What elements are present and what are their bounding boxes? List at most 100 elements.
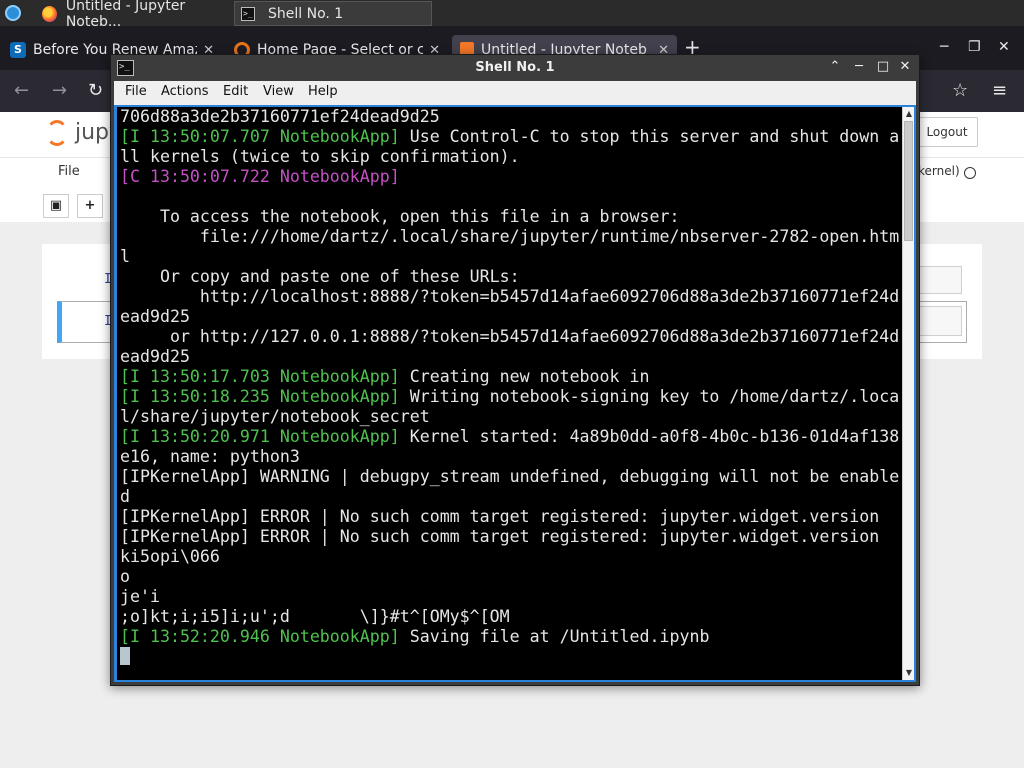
add-cell-icon[interactable]: + — [77, 194, 103, 218]
terminal-line: [I 13:52:20.946 NotebookApp] Saving file… — [120, 627, 902, 647]
log-text: ead9d25 — [120, 307, 190, 326]
terminal-line — [120, 187, 902, 207]
terminal-title: Shell No. 1 — [475, 60, 555, 75]
jupyter-menu-file[interactable]: File — [58, 164, 80, 179]
task-label: Shell No. 1 — [268, 5, 344, 22]
task-label: Untitled - Jupyter Noteb... — [65, 0, 186, 30]
minimize-icon[interactable]: ─ — [851, 59, 867, 74]
log-text: Or copy and paste one of these URLs: — [120, 267, 520, 286]
scroll-down-icon[interactable]: ▼ — [903, 667, 915, 679]
terminal-line: [I 13:50:20.971 NotebookApp] Kernel star… — [120, 427, 902, 447]
menu-view[interactable]: View — [263, 84, 294, 99]
log-text: [IPKernelApp] WARNING | debugpy_stream u… — [120, 467, 900, 486]
close-window-icon[interactable]: ✕ — [998, 39, 1010, 55]
terminal-line: l — [120, 247, 902, 267]
terminal-line: http://localhost:8888/?token=b5457d14afa… — [120, 287, 902, 307]
forward-arrow-icon[interactable]: → — [52, 80, 67, 101]
log-text: l/share/jupyter/notebook_secret — [120, 407, 430, 426]
os-menu-icon[interactable] — [5, 5, 21, 21]
close-icon[interactable]: ✕ — [897, 59, 913, 74]
terminal-prompt-line[interactable] — [120, 647, 902, 667]
kernel-status-icon — [964, 167, 976, 179]
save-icon[interactable]: ▣ — [43, 194, 69, 218]
terminal-output[interactable]: 706d88a3de2b37160771ef24dead9d25 [I 13:50… — [117, 107, 902, 680]
terminal-menubar: File Actions Edit View Help — [114, 81, 916, 105]
terminal-line: [IPKernelApp] ERROR | No such comm targe… — [120, 507, 902, 527]
terminal-scrollbar[interactable]: ▲ ▼ — [902, 107, 914, 680]
terminal-line: 706d88a3de2b37160771ef24dead9d25 — [120, 107, 902, 127]
log-text: Kernel started: 4a89b0dd-a0f8-4b0c-b136-… — [399, 427, 900, 446]
log-text: ll kernels (twice to skip confirmation). — [120, 147, 520, 166]
restore-icon[interactable]: ❐ — [968, 39, 981, 55]
log-prefix: [I 13:50:18.235 NotebookApp] — [120, 387, 400, 406]
back-arrow-icon[interactable]: ← — [14, 80, 29, 101]
log-text: Saving file at /Untitled.ipynb — [399, 627, 710, 646]
terminal-line: ll kernels (twice to skip confirmation). — [120, 147, 902, 167]
menu-help[interactable]: Help — [308, 84, 338, 99]
terminal-line: [I 13:50:07.707 NotebookApp] Use Control… — [120, 127, 902, 147]
minimize-icon[interactable]: ─ — [940, 39, 948, 55]
terminal-line: [I 13:50:17.703 NotebookApp] Creating ne… — [120, 367, 902, 387]
firefox-icon — [42, 5, 57, 22]
terminal-line: To access the notebook, open this file i… — [120, 207, 902, 227]
terminal-text[interactable]: 706d88a3de2b37160771ef24dead9d25 [I 13:50… — [117, 107, 902, 667]
log-text: or http://127.0.0.1:8888/?token=b5457d14… — [120, 327, 900, 346]
terminal-line: Or copy and paste one of these URLs: — [120, 267, 902, 287]
log-text: d — [120, 487, 130, 506]
terminal-line: ead9d25 — [120, 307, 902, 327]
log-prefix: [I 13:50:07.707 NotebookApp] — [120, 127, 400, 146]
taskbar-task-shell[interactable]: >_ Shell No. 1 — [234, 1, 432, 26]
slickdeals-favicon-icon: S — [10, 42, 26, 58]
menu-file[interactable]: File — [125, 84, 147, 99]
logout-button[interactable]: Logout — [916, 117, 978, 147]
bookmark-star-icon[interactable]: ☆ — [952, 80, 968, 101]
terminal-line: ki5opi\066 — [120, 547, 902, 567]
log-prefix: [C 13:50:07.722 NotebookApp] — [120, 167, 400, 186]
maximize-icon[interactable]: □ — [875, 59, 891, 74]
hamburger-menu-icon[interactable]: ≡ — [992, 80, 1007, 101]
text-cursor — [120, 647, 130, 665]
menu-edit[interactable]: Edit — [223, 84, 248, 99]
terminal-line: [IPKernelApp] ERROR | No such comm targe… — [120, 527, 902, 547]
terminal-line: o — [120, 567, 902, 587]
taskbar-task-firefox[interactable]: Untitled - Jupyter Noteb... — [36, 0, 232, 30]
taskbar: Untitled - Jupyter Noteb... >_ Shell No.… — [0, 0, 1024, 30]
log-text: [IPKernelApp] ERROR | No such comm targe… — [120, 527, 880, 546]
scrollbar-thumb[interactable] — [904, 121, 913, 241]
chevron-up-icon[interactable]: ⌃ — [827, 59, 843, 74]
log-prefix: [I 13:50:20.971 NotebookApp] — [120, 427, 400, 446]
terminal-line: je'i — [120, 587, 902, 607]
terminal-focus-frame: 706d88a3de2b37160771ef24dead9d25 [I 13:50… — [114, 105, 916, 682]
kernel-indicator-label: kernel) — [918, 164, 960, 178]
terminal-line: e16, name: python3 — [120, 447, 902, 467]
terminal-line: ead9d25 — [120, 347, 902, 367]
log-text: file:///home/dartz/.local/share/jupyter/… — [120, 227, 900, 246]
log-text: 706d88a3de2b37160771ef24dead9d25 — [120, 107, 440, 126]
log-text: o — [120, 567, 130, 586]
log-text: je'i — [120, 587, 160, 606]
terminal-line: l/share/jupyter/notebook_secret — [120, 407, 902, 427]
log-prefix: [I 13:50:17.703 NotebookApp] — [120, 367, 400, 386]
terminal-line: ;o]kt;i;i5]i;u';d \]}#t^[OMy$^[OM — [120, 607, 902, 627]
menu-actions[interactable]: Actions — [161, 84, 209, 99]
terminal-line: file:///home/dartz/.local/share/jupyter/… — [120, 227, 902, 247]
log-text: l — [120, 247, 130, 266]
log-text: Creating new notebook in — [399, 367, 650, 386]
log-prefix: [I 13:52:20.946 NotebookApp] — [120, 627, 400, 646]
terminal-titlebar[interactable]: >_ Shell No. 1 ⌃ ─ □ ✕ — [111, 55, 919, 81]
log-text: Use Control-C to stop this server and sh… — [399, 127, 900, 146]
scroll-up-icon[interactable]: ▲ — [903, 108, 915, 120]
jupyter-logo-icon — [46, 120, 68, 146]
terminal-line: [I 13:50:18.235 NotebookApp] Writing not… — [120, 387, 902, 407]
terminal-window[interactable]: >_ Shell No. 1 ⌃ ─ □ ✕ File Actions Edit… — [110, 54, 920, 686]
reload-icon[interactable]: ↻ — [88, 80, 103, 101]
log-text: http://localhost:8888/?token=b5457d14afa… — [120, 287, 900, 306]
terminal-line: d — [120, 487, 902, 507]
log-text: Writing notebook-signing key to /home/da… — [399, 387, 900, 406]
terminal-line: [C 13:50:07.722 NotebookApp] — [120, 167, 902, 187]
log-text: e16, name: python3 — [120, 447, 300, 466]
log-text: ;o]kt;i;i5]i;u';d \]}#t^[OMy$^[OM — [120, 607, 510, 626]
log-text: ki5opi\066 — [120, 547, 220, 566]
terminal-icon: >_ — [241, 6, 255, 21]
